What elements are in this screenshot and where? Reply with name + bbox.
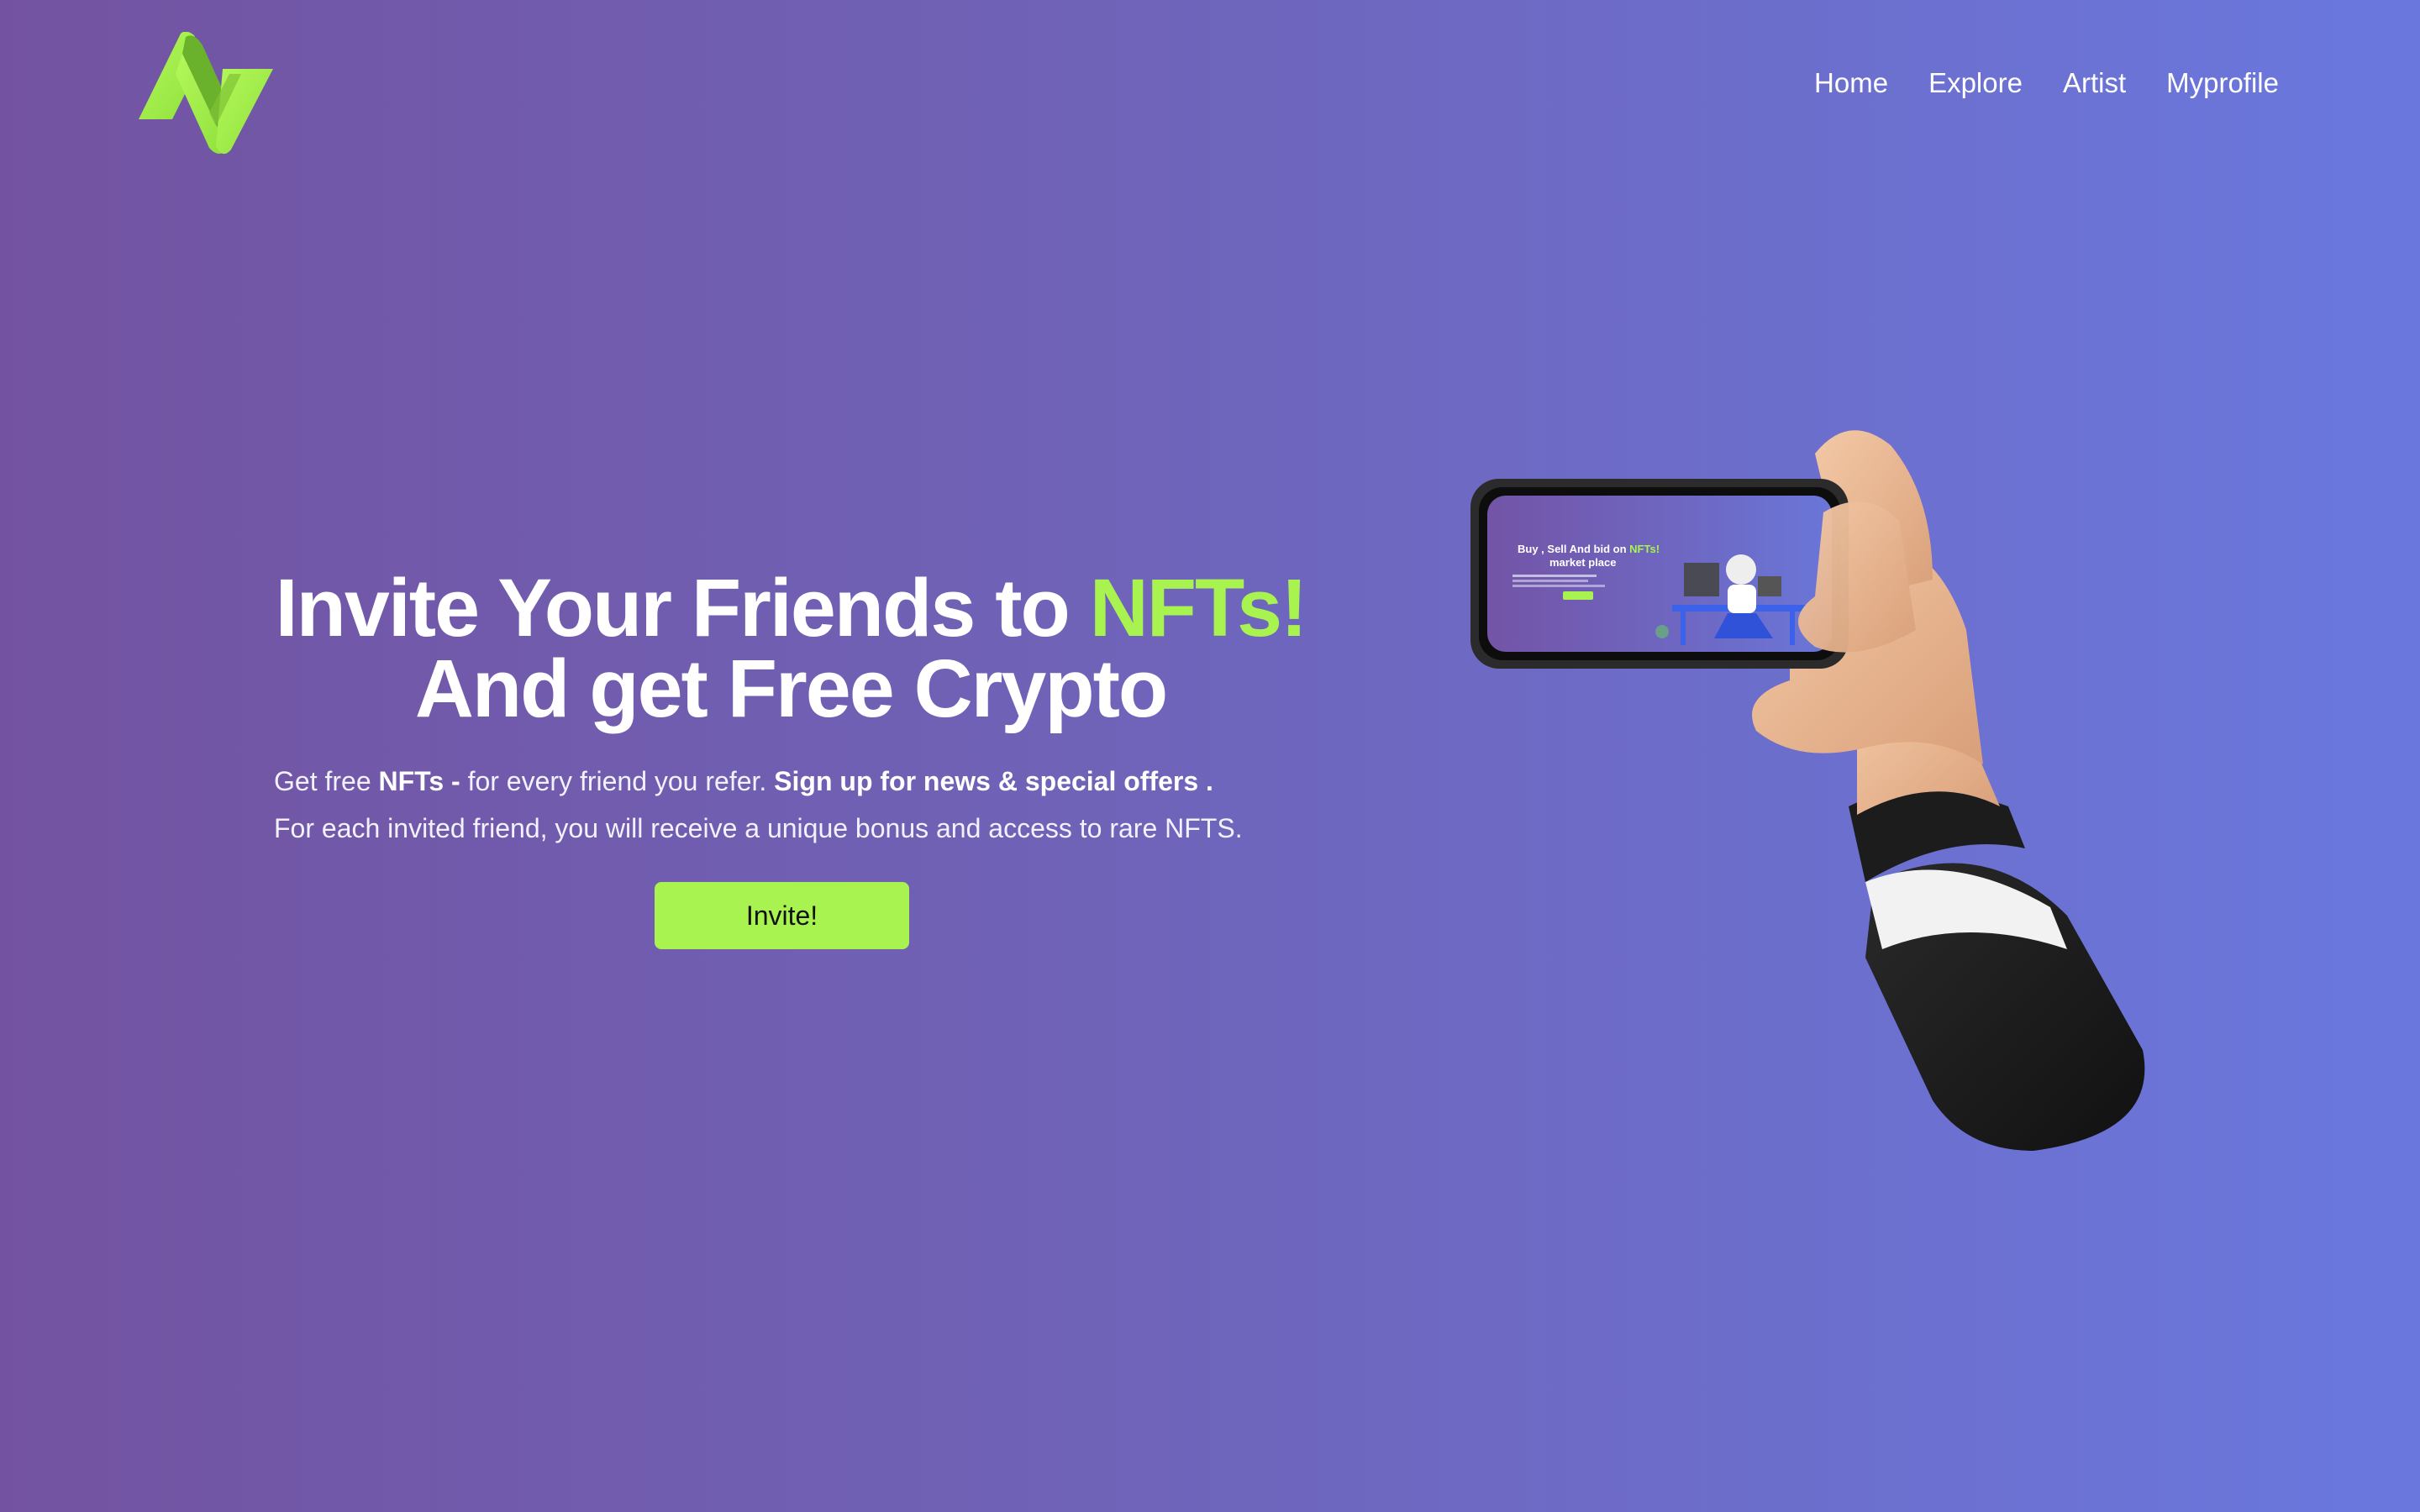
sub1-bold1: NFTs -	[378, 766, 460, 796]
headline-line2: And get Free Crypto	[414, 643, 1168, 734]
nav-artist[interactable]: Artist	[2063, 67, 2126, 99]
hero-section: Invite Your Friends to NFTs! And get Fre…	[274, 567, 1308, 949]
nav-home[interactable]: Home	[1814, 67, 1888, 99]
main-nav: Home Explore Artist Myprofile	[1814, 67, 2279, 99]
headline-part1: Invite Your Friends to	[275, 562, 1071, 654]
phone-screen-title: Buy , Sell And bid on NFTs!	[1518, 543, 1660, 555]
nav-explore[interactable]: Explore	[1928, 67, 2023, 99]
hero-subtext-2: For each invited friend, you will receiv…	[274, 813, 1243, 843]
sub1-bold2: Sign up for news & special offers .	[774, 766, 1213, 796]
headline-accent: NFTs!	[1089, 562, 1308, 654]
hero-headline: Invite Your Friends to NFTs! And get Fre…	[274, 567, 1308, 729]
phone-screen-subtitle: market place	[1549, 556, 1617, 569]
hero-subtext-1: Get free NFTs - for every friend you ref…	[274, 758, 1307, 805]
hand-phone-illustration: Buy , Sell And bid on NFTs! market place	[1470, 430, 2145, 1151]
sub1-pre: Get free	[274, 766, 371, 796]
nav-myprofile[interactable]: Myprofile	[2166, 67, 2279, 99]
invite-button[interactable]: Invite!	[655, 882, 909, 949]
sub1-mid: for every friend you refer.	[467, 766, 767, 796]
brand-logo[interactable]	[139, 32, 286, 156]
